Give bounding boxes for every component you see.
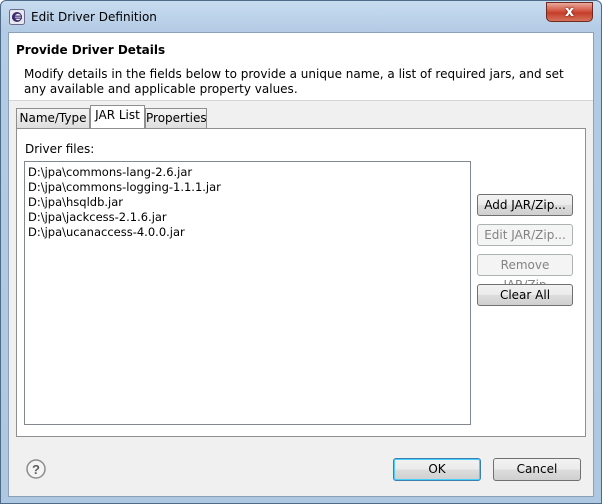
list-item[interactable]: D:\jpa\commons-lang-2.6.jar xyxy=(25,165,470,180)
header-title: Provide Driver Details xyxy=(16,43,166,57)
clear-all-button[interactable]: Clear All xyxy=(477,284,573,306)
close-icon: x xyxy=(564,4,575,20)
dialog-body: Provide Driver Details Modify details in… xyxy=(8,32,594,497)
jar-list-panel: Driver files: D:\jpa\commons-lang-2.6.ja… xyxy=(16,128,586,437)
driver-files-label: Driver files: xyxy=(25,142,95,156)
help-button[interactable]: ? xyxy=(26,459,46,479)
remove-jar-button[interactable]: Remove JAR/Zip xyxy=(477,254,573,292)
list-item[interactable]: D:\jpa\commons-logging-1.1.1.jar xyxy=(25,180,470,195)
svg-text:?: ? xyxy=(32,462,40,477)
tab-properties[interactable]: Properties xyxy=(145,108,207,128)
tab-jar-list[interactable]: JAR List xyxy=(90,105,145,128)
dialog-window: Edit Driver Definition x Provide Driver … xyxy=(0,0,602,504)
edit-jar-button[interactable]: Edit JAR/Zip... xyxy=(477,224,573,246)
window-title: Edit Driver Definition xyxy=(31,10,157,24)
driver-files-list[interactable]: D:\jpa\commons-lang-2.6.jar D:\jpa\commo… xyxy=(24,161,471,425)
title-bar[interactable]: Edit Driver Definition x xyxy=(1,1,601,33)
list-item[interactable]: D:\jpa\ucanaccess-4.0.0.jar xyxy=(25,225,470,240)
help-icon: ? xyxy=(26,459,46,479)
ok-button[interactable]: OK xyxy=(393,458,481,481)
tab-name-type[interactable]: Name/Type xyxy=(16,108,90,128)
header-area: Provide Driver Details Modify details in… xyxy=(9,33,593,101)
eclipse-icon xyxy=(9,9,25,25)
add-jar-button[interactable]: Add JAR/Zip... xyxy=(477,194,573,216)
cancel-button[interactable]: Cancel xyxy=(493,458,581,481)
list-item[interactable]: D:\jpa\jackcess-2.1.6.jar xyxy=(25,210,470,225)
list-item[interactable]: D:\jpa\hsqldb.jar xyxy=(25,195,470,210)
close-button[interactable]: x xyxy=(546,2,593,22)
header-description: Modify details in the fields below to pr… xyxy=(24,67,564,96)
